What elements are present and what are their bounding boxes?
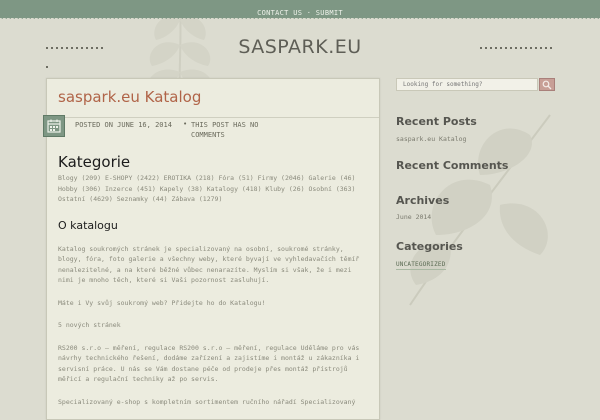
recent-posts-title: Recent Posts <box>396 115 477 128</box>
nav-separator: · <box>302 9 316 17</box>
listing-rs200: RS200 s.r.o – měření, regulace RS200 s.r… <box>58 343 360 384</box>
archives-title: Archives <box>396 194 450 207</box>
listing-eshop: Specializovaný e-shop s kompletním sorti… <box>58 397 356 406</box>
add-site-paragraph: Máte i Vy svůj soukromý web? Přidejte ho… <box>58 298 266 307</box>
post-date[interactable]: POSTED ON JUNE 16, 2014 <box>75 120 185 130</box>
search-button[interactable] <box>539 78 555 91</box>
top-nav: CONTACT US · SUBMIT <box>257 9 343 17</box>
about-paragraph: Katalog soukromých stránek je specializo… <box>58 244 360 285</box>
post-card: saspark.eu Katalog POSTED ON JUNE 16, 20… <box>43 78 380 420</box>
top-bar: CONTACT US · SUBMIT <box>0 0 600 18</box>
title-dots-right <box>480 47 556 50</box>
search-icon <box>542 80 552 90</box>
calendar-icon <box>43 115 65 137</box>
meta-bullet: • <box>183 120 188 128</box>
meta-divider <box>47 117 379 118</box>
category-list[interactable]: Blogy (209) E-SHOPY (2422) EROTIKA (218)… <box>58 173 368 205</box>
new-sites-heading: 5 nových stránek <box>58 321 121 329</box>
archive-item[interactable]: June 2014 <box>396 213 431 221</box>
post-title[interactable]: saspark.eu Katalog <box>58 88 201 106</box>
post-content: Kategorie Blogy (209) E-SHOPY (2422) ERO… <box>58 153 368 407</box>
about-heading: O katalogu <box>58 218 118 232</box>
categories-title: Categories <box>396 240 463 253</box>
recent-comments-title: Recent Comments <box>396 159 509 172</box>
categories-heading: Kategorie <box>58 153 131 171</box>
category-tag-uncategorized[interactable]: UNCATEGORIZED <box>396 261 446 270</box>
post-comments-link[interactable]: THIS POST HAS NO COMMENTS <box>191 120 291 140</box>
search-input[interactable] <box>396 78 538 91</box>
recent-post-item[interactable]: saspark.eu Katalog <box>396 135 466 143</box>
contact-us-link[interactable]: CONTACT US <box>257 9 302 17</box>
submit-link[interactable]: SUBMIT <box>316 9 343 17</box>
top-bar-edge <box>0 17 600 21</box>
